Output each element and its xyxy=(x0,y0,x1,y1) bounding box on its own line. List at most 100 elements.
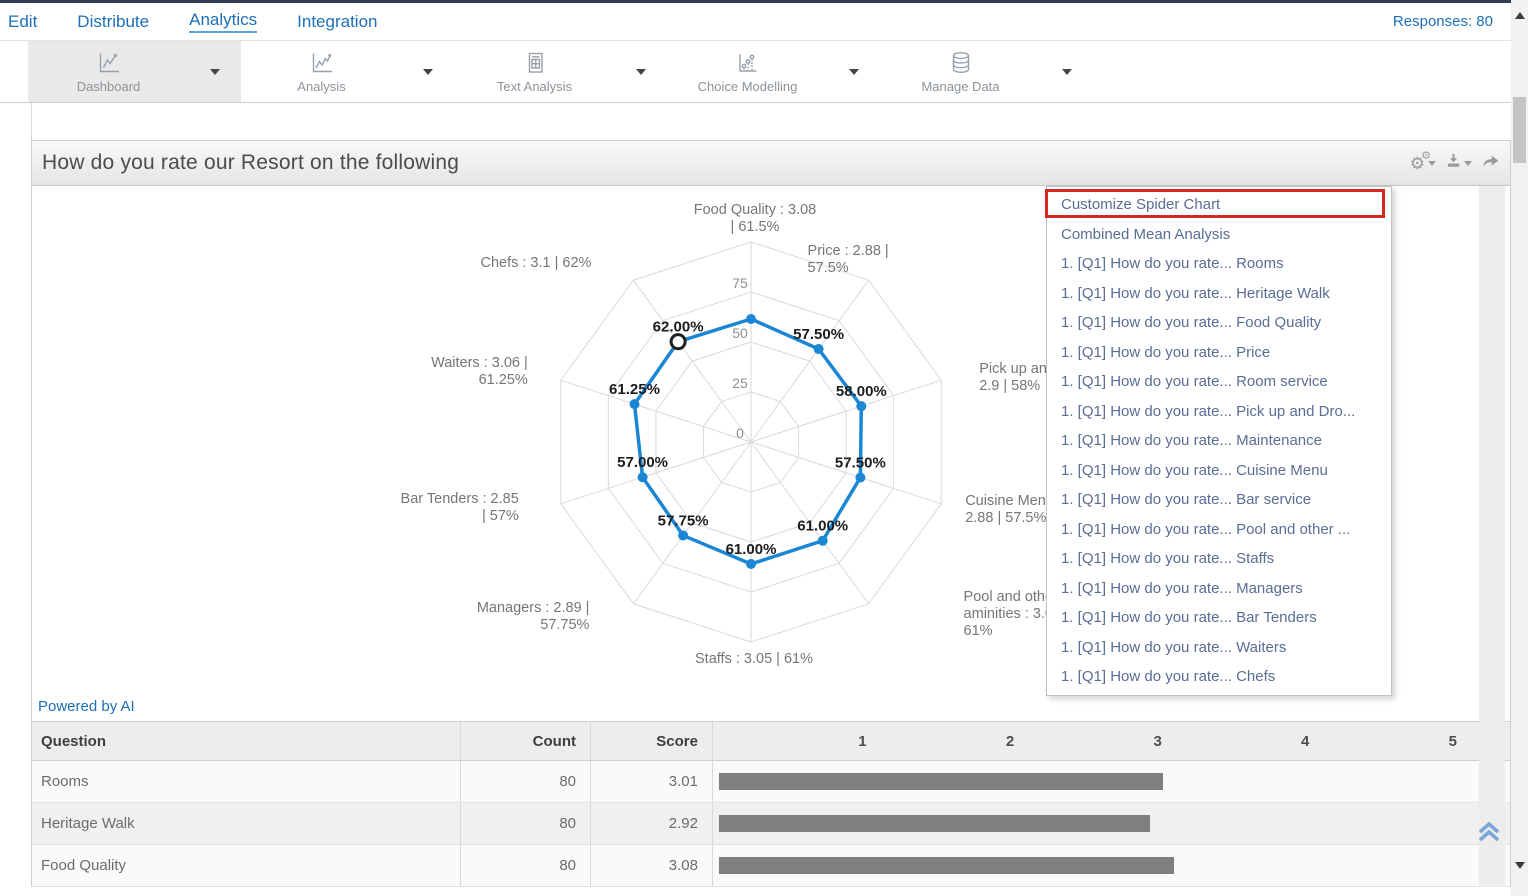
scale-tick-label: 3 xyxy=(1014,722,1162,760)
svg-text:Chefs : 3.1 | 62%: Chefs : 3.1 | 62% xyxy=(480,255,591,271)
svg-text:| 57%: | 57% xyxy=(482,508,519,524)
toolbar-button-dashboard[interactable]: Dashboard xyxy=(28,41,189,102)
toolbar-caret-choice-modelling[interactable] xyxy=(828,41,880,102)
chevron-down-icon xyxy=(849,69,859,75)
count-cell: 80 xyxy=(461,845,591,886)
scroll-to-top-button[interactable] xyxy=(1474,813,1504,847)
scale-tick-label: 2 xyxy=(867,722,1015,760)
toolbar-button-label: Manage Data xyxy=(921,79,999,94)
score-bar-cell xyxy=(713,803,1510,844)
chevron-down-icon xyxy=(210,69,220,75)
analytics-toolbar: Dashboard Analysis Text Analysis Choice Mod… xyxy=(0,40,1511,103)
scale-header: 12345 xyxy=(713,722,1510,760)
menu-item-1-q1-how-do-you-rate-food-quality[interactable]: 1. [Q1] How do you rate... Food Quality xyxy=(1047,308,1391,338)
score-table: Question Count Score 12345 Rooms803.01He… xyxy=(32,721,1510,887)
menu-item-1-q1-how-do-you-rate-maintenance[interactable]: 1. [Q1] How do you rate... Maintenance xyxy=(1047,426,1391,456)
chevron-down-icon xyxy=(423,69,433,75)
widget-titlebar: How do you rate our Resort on the follow… xyxy=(32,141,1510,186)
menu-item-1-q1-how-do-you-rate-waiters[interactable]: 1. [Q1] How do you rate... Waiters xyxy=(1047,633,1391,663)
svg-text:50: 50 xyxy=(732,325,748,341)
toolbar-caret-text-analysis[interactable] xyxy=(615,41,667,102)
svg-text:61.00%: 61.00% xyxy=(726,541,777,558)
menu-item-1-q1-how-do-you-rate-staffs[interactable]: 1. [Q1] How do you rate... Staffs xyxy=(1047,544,1391,574)
score-bar xyxy=(719,857,1174,874)
svg-text:Waiters : 3.06 |: Waiters : 3.06 | xyxy=(431,355,528,371)
scrollbar-up-arrow-icon[interactable] xyxy=(1515,12,1525,19)
powered-by-row: Powered by AI xyxy=(32,691,1510,721)
score-bar-cell xyxy=(713,845,1510,886)
svg-text:Pool and other: Pool and other xyxy=(964,589,1058,605)
chevron-down-icon xyxy=(1464,161,1472,166)
svg-text:Bar Tenders : 2.85: Bar Tenders : 2.85 xyxy=(401,491,519,507)
menu-item-1-q1-how-do-you-rate-price[interactable]: 1. [Q1] How do you rate... Price xyxy=(1047,338,1391,368)
scale-tick-label: 4 xyxy=(1162,722,1310,760)
menu-item-1-q1-how-do-you-rate-pool-and-other[interactable]: 1. [Q1] How do you rate... Pool and othe… xyxy=(1047,515,1391,545)
menu-item-1-q1-how-do-you-rate-rooms[interactable]: 1. [Q1] How do you rate... Rooms xyxy=(1047,249,1391,279)
manage-data-icon xyxy=(948,50,974,76)
toolbar-group-manage-data: Manage Data xyxy=(880,41,1093,102)
chevron-down-icon xyxy=(1062,69,1072,75)
toolbar-group-choice-modelling: Choice Modelling xyxy=(667,41,880,102)
menu-item-1-q1-how-do-you-rate-bar-service[interactable]: 1. [Q1] How do you rate... Bar service xyxy=(1047,485,1391,515)
menu-item-label: Combined Mean Analysis xyxy=(1061,226,1230,243)
widget-scroll-gutter[interactable] xyxy=(1479,186,1505,887)
toolbar-group-analysis: Analysis xyxy=(241,41,454,102)
menu-item-label: 1. [Q1] How do you rate... Price xyxy=(1061,344,1270,361)
nav-item-analytics[interactable]: Analytics xyxy=(189,10,257,33)
menu-item-label: 1. [Q1] How do you rate... Waiters xyxy=(1061,639,1286,656)
menu-item-1-q1-how-do-you-rate-chefs[interactable]: 1. [Q1] How do you rate... Chefs xyxy=(1047,662,1391,692)
menu-item-1-q1-how-do-you-rate-heritage-walk[interactable]: 1. [Q1] How do you rate... Heritage Walk xyxy=(1047,279,1391,309)
menu-item-1-q1-how-do-you-rate-managers[interactable]: 1. [Q1] How do you rate... Managers xyxy=(1047,574,1391,604)
widget-download-button[interactable] xyxy=(1446,153,1472,173)
menu-item-label: 1. [Q1] How do you rate... Bar Tenders xyxy=(1061,609,1317,626)
share-icon xyxy=(1482,153,1500,173)
table-row-food-quality: Food Quality803.08 xyxy=(32,845,1510,887)
widget-share-button[interactable] xyxy=(1482,153,1500,173)
responses-count-link[interactable]: Responses: 80 xyxy=(1393,13,1493,30)
score-bar xyxy=(719,773,1163,790)
toolbar-caret-dashboard[interactable] xyxy=(189,41,241,102)
svg-text:| 61.5%: | 61.5% xyxy=(731,219,780,235)
nav-item-distribute[interactable]: Distribute xyxy=(77,12,149,32)
analysis-chart-icon xyxy=(309,50,335,76)
score-table-rows: Rooms803.01Heritage Walk802.92Food Quali… xyxy=(32,761,1510,887)
menu-item-1-q1-how-do-you-rate-pick-up-and-dro[interactable]: 1. [Q1] How do you rate... Pick up and D… xyxy=(1047,397,1391,427)
nav-item-edit[interactable]: Edit xyxy=(8,12,37,32)
menu-item-label: 1. [Q1] How do you rate... Pool and othe… xyxy=(1061,521,1350,538)
dashboard-chart-icon xyxy=(96,50,122,76)
settings-gears-icon: ⚙⚙ xyxy=(1410,155,1425,172)
svg-text:58.00%: 58.00% xyxy=(836,383,887,400)
scrollbar-thumb[interactable] xyxy=(1513,97,1526,163)
toolbar-button-manage-data[interactable]: Manage Data xyxy=(880,41,1041,102)
menu-item-label: 1. [Q1] How do you rate... Rooms xyxy=(1061,255,1284,272)
toolbar-caret-analysis[interactable] xyxy=(402,41,454,102)
score-column-header: Score xyxy=(591,722,713,760)
svg-text:61.25%: 61.25% xyxy=(479,372,528,388)
toolbar-button-analysis[interactable]: Analysis xyxy=(241,41,402,102)
powered-by-ai-link[interactable]: Powered by AI xyxy=(38,698,135,715)
svg-text:57.5%: 57.5% xyxy=(808,260,849,276)
menu-item-1-q1-how-do-you-rate-room-service[interactable]: 1. [Q1] How do you rate... Room service xyxy=(1047,367,1391,397)
menu-item-label: 1. [Q1] How do you rate... Heritage Walk xyxy=(1061,285,1330,302)
count-cell: 80 xyxy=(461,761,591,802)
score-cell: 2.92 xyxy=(591,803,713,844)
toolbar-button-choice-modelling[interactable]: Choice Modelling xyxy=(667,41,828,102)
table-row-heritage-walk: Heritage Walk802.92 xyxy=(32,803,1510,845)
score-bar xyxy=(719,815,1150,832)
svg-text:57.00%: 57.00% xyxy=(617,454,668,471)
page-scrollbar[interactable] xyxy=(1511,0,1528,896)
toolbar-button-label: Choice Modelling xyxy=(698,79,798,94)
toolbar-caret-manage-data[interactable] xyxy=(1041,41,1093,102)
menu-item-combined-mean-analysis[interactable]: Combined Mean Analysis xyxy=(1047,220,1391,250)
svg-text:2.9 | 58%: 2.9 | 58% xyxy=(979,378,1040,394)
svg-text:61.25%: 61.25% xyxy=(609,381,660,398)
widget-settings-button[interactable]: ⚙⚙ xyxy=(1410,155,1436,172)
toolbar-button-text-analysis[interactable]: Text Analysis xyxy=(454,41,615,102)
menu-item-1-q1-how-do-you-rate-cuisine-menu[interactable]: 1. [Q1] How do you rate... Cuisine Menu xyxy=(1047,456,1391,486)
menu-item-customize-spider-chart[interactable]: Customize Spider Chart xyxy=(1047,190,1391,220)
nav-item-integration[interactable]: Integration xyxy=(297,12,377,32)
menu-item-1-q1-how-do-you-rate-bar-tenders[interactable]: 1. [Q1] How do you rate... Bar Tenders xyxy=(1047,603,1391,633)
menu-item-label: 1. [Q1] How do you rate... Bar service xyxy=(1061,491,1311,508)
scrollbar-down-arrow-icon[interactable] xyxy=(1515,862,1525,869)
svg-text:Staffs : 3.05 | 61%: Staffs : 3.05 | 61% xyxy=(695,651,813,667)
